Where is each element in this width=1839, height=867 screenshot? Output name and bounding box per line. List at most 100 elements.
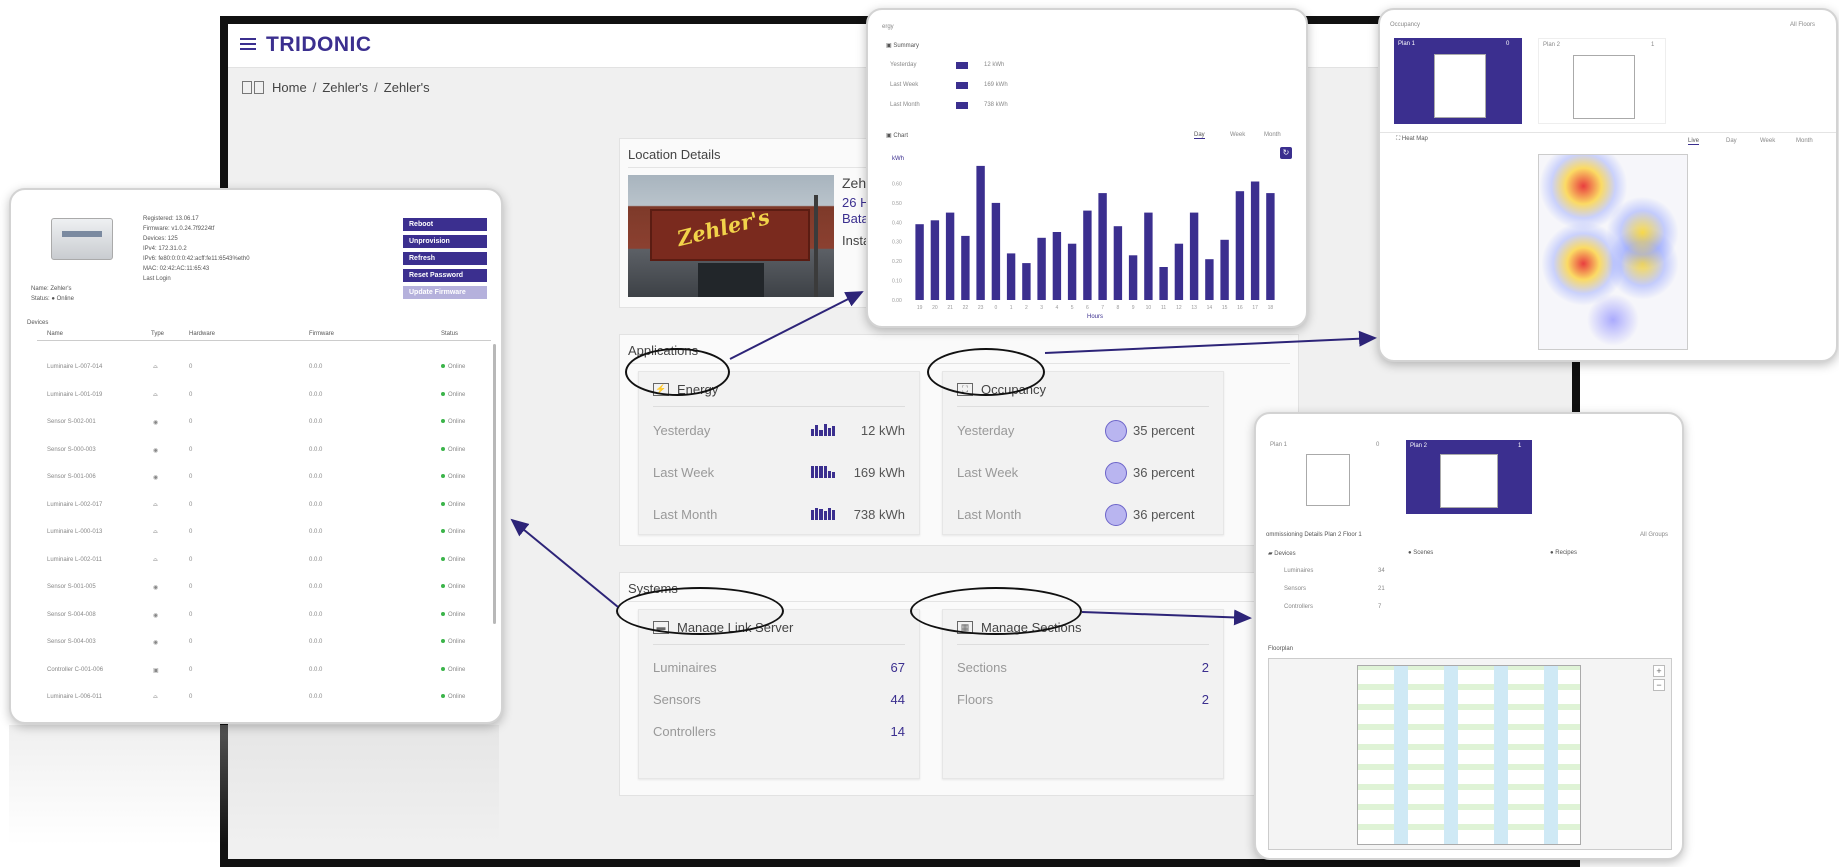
bar-hour-11[interactable] (1159, 267, 1168, 300)
device-firmware-cell: 0.0.0 (309, 529, 323, 535)
x-tick-label: 6 (1086, 305, 1089, 311)
occupancy-row-last-week: Last Week 36 percent (957, 462, 1209, 485)
bar-hour-3[interactable] (1037, 237, 1046, 300)
reboot-button[interactable]: Reboot (403, 218, 487, 231)
sections-plan-2-thumbnail[interactable]: Plan 2 1 (1406, 440, 1532, 514)
bar-hour-17[interactable] (1250, 181, 1260, 301)
bar-hour-22[interactable] (961, 235, 970, 300)
table-row[interactable]: Luminaire L-001-019 ⌓ 0 0.0.0 Online (37, 391, 491, 406)
table-row[interactable]: Luminaire L-002-011 ⌓ 0 0.0.0 Online (37, 556, 491, 571)
plan-2-floor-image (1440, 454, 1498, 508)
col-name[interactable]: Name (47, 331, 63, 337)
tab-week[interactable]: Week (1230, 132, 1245, 138)
table-row[interactable]: Luminaire L-000-013 ⌓ 0 0.0.0 Online (37, 529, 491, 543)
grid-icon (242, 80, 264, 94)
update-firmware-button[interactable]: Update Firmware (403, 286, 487, 299)
plan-2-thumbnail[interactable]: Plan 2 1 (1538, 38, 1666, 124)
online-status-dot (441, 474, 445, 478)
manage-link-server-card[interactable]: ▬ Manage Link Server Luminaires 67 Senso… (638, 609, 920, 779)
device-name-cell: Luminaire L-000-013 (47, 529, 103, 535)
bar-hour-13[interactable] (1189, 212, 1199, 300)
x-tick-label: 10 (1146, 305, 1152, 311)
device-firmware-cell: 0.0.0 (309, 611, 323, 618)
zoom-in-button[interactable]: + (1653, 665, 1665, 677)
devices-column-title: ▰ Devices (1268, 551, 1296, 557)
bar-hour-5[interactable] (1067, 243, 1077, 300)
bar-hour-23[interactable] (976, 165, 985, 300)
energy-bar-chart: kWh0.000.100.200.300.400.500.6019 20 21 22 2… (892, 156, 1275, 320)
bar-hour-21[interactable] (945, 212, 955, 300)
y-axis-label: kWh (892, 156, 904, 162)
table-row[interactable]: Sensor S-000-003 ◉ 0 0.0.0 Online (37, 446, 491, 461)
bar-hour-15[interactable] (1220, 239, 1229, 300)
bar-hour-20[interactable] (930, 220, 940, 300)
luminaire-type-icon: ⌓ (153, 364, 158, 370)
bar-hour-9[interactable] (1128, 255, 1138, 300)
bar-hour-19[interactable] (915, 224, 924, 300)
x-tick-label: 17 (1252, 305, 1258, 311)
bar-hour-0[interactable] (991, 202, 1001, 300)
online-status-dot (441, 694, 445, 698)
table-row[interactable]: Luminaire L-002-017 ⌓ 0 0.0.0 Online (37, 501, 491, 516)
table-row[interactable]: Luminaire L-006-011 ⌓ 0 0.0.0 Online (37, 694, 491, 708)
unprovision-button[interactable]: Unprovision (403, 235, 487, 248)
mini-chart-icon (811, 466, 836, 478)
summary-mini-chart-icon (956, 62, 968, 69)
zoom-out-button[interactable]: − (1653, 679, 1665, 691)
sections-plan-1-thumbnail[interactable]: Plan 1 0 (1268, 440, 1388, 510)
device-info-ipv6: IPv6: fe80:0:0:0:42:acff:fe11:6543%eth0 (143, 256, 250, 262)
reset-password-button[interactable]: Reset Password (403, 269, 487, 282)
bar-hour-10[interactable] (1144, 212, 1153, 300)
heat-tab-live[interactable]: Live (1688, 138, 1700, 145)
occupancy-heat-map (1538, 154, 1688, 350)
bar-hour-8[interactable] (1113, 226, 1123, 300)
table-row[interactable]: Sensor S-002-001 ◉ 0 0.0.0 Online (37, 419, 491, 433)
bar-hour-4[interactable] (1052, 232, 1062, 300)
x-axis-label: Hours (1087, 314, 1103, 320)
refresh-button[interactable]: Refresh (403, 252, 487, 265)
breadcrumb-site[interactable]: Zehler's (322, 80, 368, 95)
bar-hour-2[interactable] (1022, 263, 1031, 300)
device-info-last-login: Last Login (143, 276, 171, 282)
tab-month[interactable]: Month (1264, 132, 1281, 138)
tab-day[interactable]: Day (1194, 132, 1205, 139)
table-row[interactable]: Sensor S-004-008 ◉ 0 0.0.0 Online (37, 611, 491, 626)
col-firmware[interactable]: Firmware (309, 331, 334, 337)
bar-hour-18[interactable] (1266, 193, 1275, 300)
devices-scrollbar[interactable] (493, 344, 496, 624)
energy-row-last-month: Last Month 738 kWh (653, 507, 905, 522)
hamburger-menu-icon[interactable] (240, 38, 256, 50)
x-tick-label: 20 (932, 305, 938, 311)
heat-tab-week[interactable]: Week (1760, 138, 1775, 144)
table-row[interactable]: Sensor S-004-003 ◉ 0 0.0.0 Online (37, 639, 491, 653)
table-row[interactable]: Sensor S-001-006 ◉ 0 0.0.0 Online (37, 474, 491, 488)
col-type[interactable]: Type (151, 331, 164, 337)
heat-tab-day[interactable]: Day (1726, 138, 1737, 144)
bar-hour-16[interactable] (1235, 191, 1245, 300)
occupancy-circle-icon (1105, 504, 1127, 526)
bar-hour-12[interactable] (1174, 243, 1184, 300)
location-details-title: Location Details (628, 147, 721, 162)
breadcrumb-home[interactable]: Home (272, 80, 307, 95)
plan-1-thumbnail[interactable]: Plan 1 0 (1394, 38, 1522, 124)
table-row[interactable]: Sensor S-001-005 ◉ 0 0.0.0 Online (37, 584, 491, 598)
col-hardware[interactable]: Hardware (189, 331, 215, 337)
bar-hour-6[interactable] (1083, 210, 1092, 300)
device-hardware-cell: 0 (189, 694, 193, 700)
all-groups-link[interactable]: All Groups (1640, 532, 1668, 538)
heat-tab-month[interactable]: Month (1796, 138, 1813, 144)
occupancy-popup-heading: Occupancy (1390, 22, 1421, 28)
col-status[interactable]: Status (441, 331, 458, 337)
online-status-dot (441, 639, 445, 643)
summary-week-value: 169 kWh (984, 82, 1008, 88)
devices-luminaires-value: 34 (1378, 568, 1385, 574)
energy-row-last-week: Last Week 169 kWh (653, 465, 905, 480)
floorplan-canvas: + − (1268, 658, 1672, 850)
bar-hour-7[interactable] (1098, 193, 1107, 300)
table-row[interactable]: Controller C-001-006 ▣ 0 0.0.0 Online (37, 666, 491, 681)
all-floors-link[interactable]: All Floors (1790, 22, 1815, 28)
x-tick-label: 21 (947, 305, 953, 311)
table-row[interactable]: Luminaire L-007-014 ⌓ 0 0.0.0 Online (37, 364, 491, 378)
bar-hour-14[interactable] (1205, 259, 1214, 300)
bar-hour-1[interactable] (1006, 253, 1016, 300)
